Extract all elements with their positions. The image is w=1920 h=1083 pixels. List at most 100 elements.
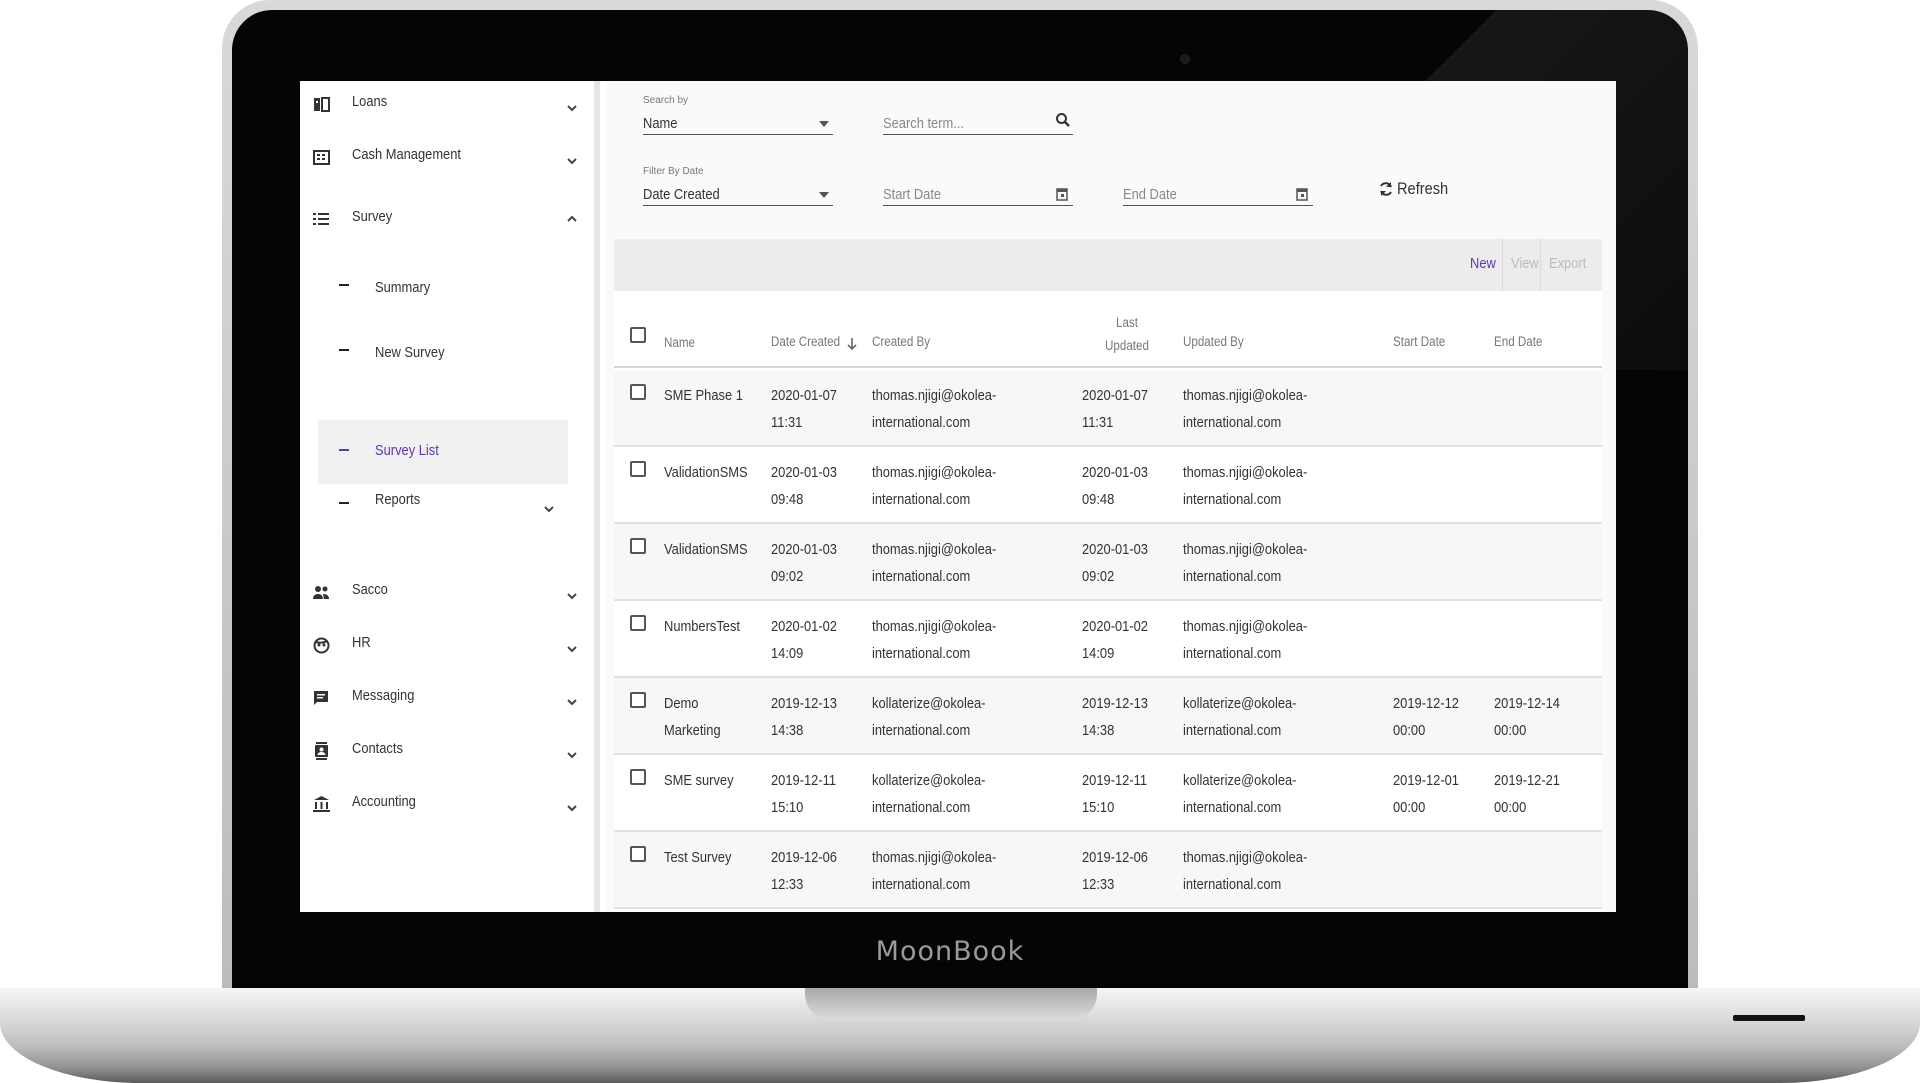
cell-last-updated: 2019-12-06 12:33 bbox=[1082, 849, 1148, 893]
cell-name: NumbersTest bbox=[664, 618, 740, 635]
app-screen: Loans Cash Management Survey Summary New… bbox=[300, 81, 1616, 912]
cell-updated-by: kollaterize@okolea- international.com bbox=[1183, 695, 1297, 739]
table-row[interactable]: ValidationSMS 2020-01-03 09:48 thomas.njig… bbox=[614, 447, 1602, 524]
chevron-down-icon[interactable] bbox=[565, 695, 579, 709]
sidebar-item-label: Contacts bbox=[352, 740, 403, 757]
cell-created-by: thomas.njigi@okolea- international.com bbox=[872, 541, 997, 585]
calendar-icon[interactable] bbox=[1055, 187, 1071, 203]
sidebar-item-loans[interactable]: Loans bbox=[300, 81, 592, 131]
field-caption: Filter By Date bbox=[643, 166, 704, 177]
column-header-name[interactable]: Name bbox=[664, 335, 695, 350]
cell-last-updated: 2020-01-07 11:31 bbox=[1082, 387, 1148, 431]
loans-book-icon bbox=[312, 95, 330, 113]
sidebar-item-contacts[interactable]: Contacts bbox=[300, 728, 592, 778]
refresh-button[interactable]: Refresh bbox=[1378, 179, 1457, 199]
group-icon bbox=[312, 583, 330, 601]
cell-last-updated: 2020-01-02 14:09 bbox=[1082, 618, 1148, 662]
sidebar-subitem-summary[interactable]: Summary bbox=[318, 264, 568, 328]
cell-name: Demo Marketing bbox=[664, 695, 721, 739]
start-date-placeholder: Start Date bbox=[883, 186, 942, 203]
dash-icon bbox=[339, 349, 349, 351]
table-toolbar: New View Export bbox=[614, 239, 1602, 291]
row-checkbox[interactable] bbox=[630, 384, 646, 400]
sidebar-item-messaging[interactable]: Messaging bbox=[300, 675, 592, 725]
export-button[interactable]: Export bbox=[1549, 255, 1586, 272]
sidebar-item-label: Accounting bbox=[352, 793, 416, 810]
sidebar-item-survey[interactable]: Survey bbox=[300, 196, 592, 246]
search-input[interactable]: Search term... bbox=[883, 95, 1073, 135]
table-row[interactable]: NumbersTest 2020-01-02 14:09 thomas.njigi@… bbox=[614, 601, 1602, 678]
cell-created-by: thomas.njigi@okolea- international.com bbox=[872, 464, 997, 508]
cell-date-created: 2020-01-07 11:31 bbox=[771, 387, 837, 431]
table-header: Name Date Created Created By Last Update… bbox=[614, 291, 1602, 368]
cell-name: ValidationSMS bbox=[664, 541, 748, 558]
sidebar-subitem-label: New Survey bbox=[375, 344, 445, 361]
table-row[interactable]: SME Phase 1 2020-01-07 11:31 thomas.njigi@… bbox=[614, 370, 1602, 447]
cell-name: SME survey bbox=[664, 772, 734, 789]
cell-last-updated: 2019-12-11 15:10 bbox=[1082, 772, 1148, 816]
column-header-end-date[interactable]: End Date bbox=[1494, 334, 1542, 349]
cell-created-by: thomas.njigi@okolea- international.com bbox=[872, 849, 997, 893]
chevron-down-icon[interactable] bbox=[565, 154, 579, 168]
sidebar-subitem-reports[interactable]: Reports bbox=[318, 486, 568, 550]
bank-icon bbox=[312, 795, 330, 813]
dash-icon bbox=[339, 502, 349, 504]
chevron-up-icon[interactable] bbox=[565, 212, 579, 226]
new-button[interactable]: New bbox=[1470, 255, 1496, 272]
dash-icon bbox=[339, 284, 349, 286]
end-date-field[interactable]: End Date bbox=[1123, 166, 1313, 206]
column-header-created-by[interactable]: Created By bbox=[872, 334, 930, 349]
cell-date-created: 2020-01-03 09:48 bbox=[771, 464, 837, 508]
survey-table-card: New View Export Name Date Created Create… bbox=[614, 239, 1602, 912]
column-header-start-date[interactable]: Start Date bbox=[1393, 334, 1445, 349]
sidebar-item-sacco[interactable]: Sacco bbox=[300, 569, 592, 619]
cell-name: SME Phase 1 bbox=[664, 387, 743, 404]
screenshot-stage: Loans Cash Management Survey Summary New… bbox=[0, 0, 1920, 1083]
chevron-down-icon[interactable] bbox=[542, 502, 556, 516]
column-header-date-created[interactable]: Date Created bbox=[771, 334, 840, 349]
sidebar-item-accounting[interactable]: Accounting bbox=[300, 781, 592, 831]
select-all-checkbox[interactable] bbox=[630, 327, 646, 343]
view-button[interactable]: View bbox=[1511, 255, 1539, 272]
row-checkbox[interactable] bbox=[630, 615, 646, 631]
sidebar-item-label: Cash Management bbox=[352, 146, 462, 163]
dropdown-arrow-icon bbox=[819, 121, 829, 127]
row-checkbox[interactable] bbox=[630, 538, 646, 554]
search-icon[interactable] bbox=[1055, 112, 1071, 128]
sidebar-item-label: Messaging bbox=[352, 687, 415, 704]
table-row[interactable]: ValidationSMS 2020-01-03 09:02 thomas.njig… bbox=[614, 524, 1602, 601]
cell-updated-by: thomas.njigi@okolea- international.com bbox=[1183, 541, 1308, 585]
field-value: Name bbox=[643, 115, 678, 132]
chevron-down-icon[interactable] bbox=[565, 801, 579, 815]
filter-by-date-select[interactable]: Filter By Date Date Created bbox=[643, 166, 833, 206]
chevron-down-icon[interactable] bbox=[565, 642, 579, 656]
table-row[interactable]: SME survey 2019-12-11 15:10 kollaterize@ok… bbox=[614, 755, 1602, 832]
toolbar-divider bbox=[1540, 239, 1541, 291]
column-header-last-updated[interactable]: Last Updated bbox=[1097, 311, 1157, 357]
sidebar-item-label: HR bbox=[352, 634, 371, 651]
row-checkbox[interactable] bbox=[630, 769, 646, 785]
chevron-down-icon[interactable] bbox=[565, 589, 579, 603]
sort-arrow-down-icon[interactable] bbox=[846, 337, 858, 351]
column-header-updated-by[interactable]: Updated By bbox=[1183, 334, 1244, 349]
list-icon bbox=[312, 210, 330, 228]
sidebar-subitem-survey-list[interactable]: Survey List bbox=[318, 420, 568, 484]
row-checkbox[interactable] bbox=[630, 461, 646, 477]
start-date-field[interactable]: Start Date bbox=[883, 166, 1073, 206]
table-row[interactable]: Test Survey 2019-12-06 12:33 thomas.njigi@… bbox=[614, 832, 1602, 909]
cell-date-created: 2019-12-06 12:33 bbox=[771, 849, 837, 893]
table-row[interactable]: Demo Marketing 2019-12-13 14:38 kollateriz… bbox=[614, 678, 1602, 755]
chevron-down-icon[interactable] bbox=[565, 101, 579, 115]
row-checkbox[interactable] bbox=[630, 692, 646, 708]
search-by-select[interactable]: Search by Name bbox=[643, 95, 833, 135]
sidebar-subitem-new-survey[interactable]: New Survey bbox=[318, 329, 568, 393]
sidebar-item-hr[interactable]: HR bbox=[300, 622, 592, 672]
calendar-icon[interactable] bbox=[1295, 187, 1311, 203]
cell-last-updated: 2020-01-03 09:48 bbox=[1082, 464, 1148, 508]
row-checkbox[interactable] bbox=[630, 846, 646, 862]
sidebar-item-cash-management[interactable]: Cash Management bbox=[300, 134, 592, 184]
cell-date-created: 2020-01-03 09:02 bbox=[771, 541, 837, 585]
face-icon bbox=[312, 636, 330, 654]
chevron-down-icon[interactable] bbox=[565, 748, 579, 762]
cell-date-created: 2019-12-13 14:38 bbox=[771, 695, 837, 739]
